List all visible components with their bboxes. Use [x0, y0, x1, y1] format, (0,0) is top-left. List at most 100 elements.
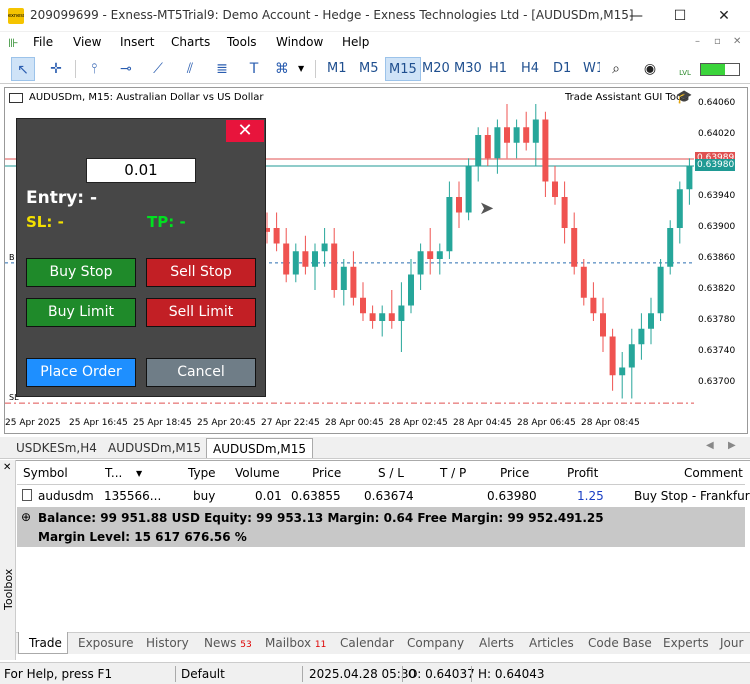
chart-tabs: USDKESm,H4 AUDUSDm,M15 AUDUSDm,M15 ◀ ▶ [0, 437, 750, 459]
fibonacci-icon[interactable]: ≣ [210, 57, 234, 81]
menu-window[interactable]: Window [276, 35, 323, 49]
timeframe-m5[interactable]: M5 [356, 57, 382, 81]
tab-calendar[interactable]: Calendar [340, 636, 394, 650]
level-icon[interactable]: LVL [675, 58, 695, 80]
timeframe-m1[interactable]: M1 [324, 57, 350, 81]
row-sl[interactable]: 0.63674 [364, 489, 414, 503]
horizontal-line-icon[interactable]: ⊸ [114, 57, 138, 81]
buy-stop-button[interactable]: Buy Stop [26, 258, 136, 287]
col-sl[interactable]: S / L [378, 466, 404, 480]
text-tool-icon[interactable]: T [242, 57, 266, 81]
cancel-button[interactable]: Cancel [146, 358, 256, 387]
row-comment[interactable]: Buy Stop - Frankfurt [634, 489, 750, 503]
toolbar: ↖ ✛ ⫯ ⊸ ⟋ ⫽ ≣ T ⌘ ▼ M1 M5 M15 M20 M30 H1… [0, 54, 750, 84]
candle-body [494, 127, 501, 159]
shapes-icon[interactable]: ⌘ [270, 57, 294, 81]
candle-body [542, 119, 549, 182]
trend-line-icon[interactable]: ⟋ [146, 57, 170, 81]
row-profit[interactable]: 1.25 [577, 489, 604, 503]
account-icon[interactable]: ◉ [638, 57, 662, 81]
tab-codebase[interactable]: Code Base [588, 636, 652, 650]
panel-close-icon[interactable]: ✕ [226, 120, 264, 142]
time-axis-label: 28 Apr 04:45 [453, 418, 512, 428]
col-ticket[interactable]: T... [105, 466, 122, 480]
menu-charts[interactable]: Charts [171, 35, 210, 49]
mdi-restore-icon[interactable]: ▫ [714, 36, 721, 47]
time-axis-label: 28 Apr 08:45 [581, 418, 640, 428]
timeframe-d1[interactable]: D1 [550, 57, 574, 81]
timeframe-w1[interactable]: W1 [580, 57, 600, 81]
sell-limit-button[interactable]: Sell Limit [146, 298, 256, 327]
col-tp[interactable]: T / P [440, 466, 466, 480]
tab-scroll-right-icon[interactable]: ▶ [728, 440, 736, 451]
chart-tab-audusd-1[interactable]: AUDUSDm,M15 [102, 438, 207, 458]
tab-company[interactable]: Company [407, 636, 464, 650]
col-comment[interactable]: Comment [684, 466, 743, 480]
maximize-button[interactable]: ☐ [660, 4, 700, 28]
candle-body [571, 228, 578, 267]
status-high: H: 0.64043 [478, 667, 545, 681]
col-symbol[interactable]: Symbol [23, 466, 68, 480]
timeframe-h1[interactable]: H1 [486, 57, 510, 81]
col-type[interactable]: Type [188, 466, 216, 480]
chart-tab-usdkes[interactable]: USDKESm,H4 [10, 438, 103, 458]
sell-stop-button[interactable]: Sell Stop [146, 258, 256, 287]
mdi-close-icon[interactable]: ✕ [733, 36, 741, 47]
tab-journal[interactable]: Jour [720, 636, 743, 650]
timeframe-h4[interactable]: H4 [518, 57, 542, 81]
menu-tools[interactable]: Tools [227, 35, 257, 49]
lot-size-input[interactable]: 0.01 [86, 158, 196, 183]
menu-insert[interactable]: Insert [120, 35, 154, 49]
candle-body [667, 228, 674, 267]
timeframe-m15[interactable]: M15 [385, 57, 421, 81]
tab-trade[interactable]: Trade [29, 636, 62, 650]
search-icon[interactable]: ⌕ [604, 57, 628, 81]
mdi-min-icon[interactable]: – [695, 36, 700, 47]
col-price-open[interactable]: Price [312, 466, 341, 480]
tab-alerts[interactable]: Alerts [479, 636, 514, 650]
sort-desc-icon[interactable]: ▼ [136, 469, 142, 478]
row-ticket[interactable]: 135566... [104, 489, 161, 503]
price-axis-label: 0.63900 [698, 222, 736, 232]
chart-menu-icon[interactable]: ⊪ [8, 36, 22, 50]
row-price-current[interactable]: 0.63980 [487, 489, 537, 503]
tab-exposure[interactable]: Exposure [78, 636, 134, 650]
cursor-icon[interactable]: ↖ [11, 57, 35, 81]
tab-mailbox[interactable]: Mailbox 11 [265, 636, 326, 650]
row-symbol[interactable]: audusdm [38, 489, 94, 503]
place-order-button[interactable]: Place Order [26, 358, 136, 387]
price-axis-label: 0.63700 [698, 377, 736, 387]
timeframe-m30[interactable]: M30 [451, 57, 485, 81]
row-volume[interactable]: 0.01 [255, 489, 282, 503]
menu-view[interactable]: View [73, 35, 101, 49]
tab-news[interactable]: News 53 [204, 636, 252, 650]
header-divider [17, 484, 745, 485]
timeframe-m20[interactable]: M20 [419, 57, 453, 81]
price-tag-teal: 0.63980 [695, 159, 735, 171]
row-price-open[interactable]: 0.63855 [291, 489, 341, 503]
candle-body [504, 127, 510, 143]
row-type[interactable]: buy [193, 489, 215, 503]
tab-articles[interactable]: Articles [529, 636, 574, 650]
minimize-button[interactable]: — [616, 4, 656, 28]
buy-limit-button[interactable]: Buy Limit [26, 298, 136, 327]
time-axis-label: 28 Apr 00:45 [325, 418, 384, 428]
tab-experts[interactable]: Experts [663, 636, 709, 650]
toolbox-close-icon[interactable]: ✕ [3, 462, 11, 473]
tab-history[interactable]: History [146, 636, 189, 650]
shapes-dropdown-icon[interactable]: ▼ [298, 64, 304, 73]
status-separator [302, 666, 303, 682]
col-price-current[interactable]: Price [500, 466, 529, 480]
candle-body [350, 266, 357, 298]
close-window-button[interactable]: ✕ [704, 4, 744, 28]
col-profit[interactable]: Profit [567, 466, 598, 480]
channel-icon[interactable]: ⫽ [178, 57, 202, 81]
menu-help[interactable]: Help [342, 35, 369, 49]
crosshair-icon[interactable]: ✛ [44, 57, 68, 81]
expand-icon[interactable]: ⊕ [21, 510, 31, 524]
tab-scroll-left-icon[interactable]: ◀ [706, 440, 714, 451]
vertical-line-icon[interactable]: ⫯ [82, 57, 106, 81]
chart-tab-audusd-2[interactable]: AUDUSDm,M15 [206, 438, 313, 458]
menu-file[interactable]: File [33, 35, 53, 49]
col-volume[interactable]: Volume [235, 466, 280, 480]
